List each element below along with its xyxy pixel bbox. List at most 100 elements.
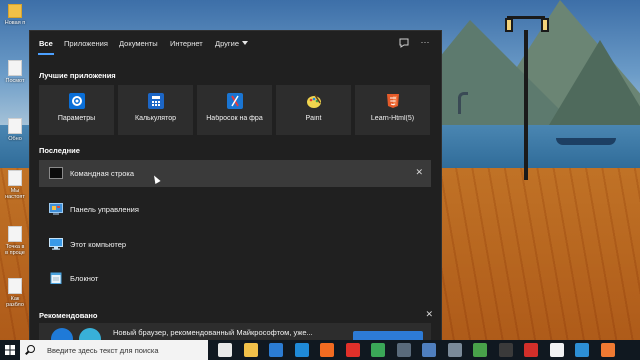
remove-recent-close-icon[interactable]: ✕ <box>415 167 423 178</box>
taskbar-search-box[interactable]: Введите здесь текст для поиска <box>20 340 208 360</box>
feedback-icon[interactable] <box>397 37 411 49</box>
palette-glyph <box>306 94 321 108</box>
desktop-icon-file[interactable]: Обно <box>2 118 28 142</box>
calculator-glyph <box>151 96 160 106</box>
opera-icon[interactable] <box>345 343 360 357</box>
app-tile-label: Набросок на фра <box>206 115 263 122</box>
more-options-icon[interactable]: ··· <box>418 37 432 49</box>
store-icon[interactable] <box>269 343 283 357</box>
tab-all[interactable]: Все <box>39 39 53 48</box>
tab-more[interactable]: Другие <box>215 39 249 48</box>
app-icon-9[interactable] <box>422 343 436 357</box>
html5-icon <box>385 93 401 109</box>
yandex-icon[interactable] <box>549 343 564 357</box>
desktop-icon-label: в проце <box>5 250 25 256</box>
app-icon-12[interactable] <box>498 343 513 357</box>
app-tile-snip-sketch[interactable]: Набросок на фра <box>197 85 272 135</box>
opera-gx-icon[interactable] <box>524 343 538 357</box>
desktop-icon-file[interactable]: Точка в в проце <box>2 226 28 256</box>
feedback-glyph <box>399 38 409 48</box>
settings-gear-icon <box>68 93 85 109</box>
file-icon <box>8 226 22 242</box>
tab-documents[interactable]: Документы <box>119 39 158 48</box>
camtasia-icon[interactable] <box>473 343 487 357</box>
gear-glyph <box>71 96 82 106</box>
calculator-icon <box>147 93 164 109</box>
snip-glyph <box>230 95 239 107</box>
desktop-icon-file[interactable]: Как разбло <box>2 278 28 308</box>
app-icon-8[interactable] <box>396 343 411 357</box>
notepad-icon <box>49 272 63 284</box>
app-icon-10[interactable] <box>447 343 462 357</box>
recent-item-command-prompt[interactable]: Командная строка ✕ <box>39 160 431 187</box>
best-apps-title: Лучшие приложения <box>39 71 116 80</box>
windows-logo-icon <box>5 345 15 355</box>
desktop-icon-file[interactable]: Посмот <box>2 60 28 84</box>
search-panel: Все Приложения Документы Интернет Другие… <box>29 30 442 342</box>
lantern-icon <box>505 18 513 32</box>
html5-glyph <box>386 94 399 108</box>
recent-item-this-pc[interactable]: Этот компьютер <box>39 231 431 258</box>
recent-title: Последние <box>39 146 80 155</box>
app-tile-label: Learn-Html(5) <box>370 115 415 122</box>
app-tile-paint[interactable]: Paint <box>276 85 351 135</box>
file-icon <box>8 118 22 134</box>
snip-sketch-icon <box>226 93 243 109</box>
paint-palette-icon <box>306 93 322 109</box>
recommended-title: Рекомендовано <box>39 311 98 320</box>
file-icon <box>8 170 22 186</box>
desktop-icon-label: Посмот <box>5 78 25 84</box>
desktop-icon-label: Новая п <box>4 20 26 26</box>
control-panel-icon <box>49 203 63 215</box>
best-apps-grid: Параметры Калькулятор Набросок на фра Pa… <box>39 85 431 135</box>
desktop-icon-label: Обно <box>8 136 22 142</box>
control-panel-glyph <box>49 203 63 215</box>
boat <box>556 138 616 145</box>
tab-apps[interactable]: Приложения <box>64 39 108 48</box>
desktop-icon-new-folder[interactable]: Новая п <box>2 4 28 26</box>
taskbar: Введите здесь текст для поиска <box>0 340 640 360</box>
app-tile-label: Калькулятор <box>135 115 176 122</box>
command-prompt-icon <box>49 167 63 179</box>
desktop-icon-file[interactable]: Мы настоят <box>2 170 28 200</box>
monitor-glyph <box>49 238 63 250</box>
recent-item-label: Блокнот <box>70 274 99 283</box>
lantern-icon <box>541 18 549 32</box>
app-tile-label: Paint <box>305 115 322 122</box>
chevron-down-icon <box>242 41 249 45</box>
chrome-icon[interactable] <box>371 343 385 357</box>
file-icon <box>8 60 22 76</box>
notepad-glyph <box>50 272 62 284</box>
app-tile-settings[interactable]: Параметры <box>39 85 114 135</box>
search-tabs: Все Приложения Документы Интернет Другие… <box>30 31 441 57</box>
close-recommended-icon[interactable]: ✕ <box>425 309 433 320</box>
app-tile-learn-html[interactable]: Learn-Html(5) <box>355 85 430 135</box>
app-icon-15[interactable] <box>575 343 589 357</box>
tab-internet[interactable]: Интернет <box>170 39 203 48</box>
app-icon-16[interactable] <box>600 343 615 357</box>
folder-icon <box>8 4 22 18</box>
active-tab-indicator <box>38 53 54 55</box>
recommended-text: Новый браузер, рекомендованный Майкрософ… <box>113 328 313 337</box>
this-pc-icon <box>49 238 63 250</box>
heron <box>458 92 468 114</box>
task-view-icon[interactable] <box>218 343 232 357</box>
recent-item-label: Командная строка <box>70 169 134 178</box>
start-button[interactable] <box>0 340 20 360</box>
street-lamp <box>524 30 528 180</box>
recent-item-notepad[interactable]: Блокнот <box>39 265 431 292</box>
mail-icon[interactable] <box>294 343 309 357</box>
firefox-icon[interactable] <box>320 343 334 357</box>
app-tile-label: Параметры <box>57 115 96 122</box>
file-explorer-icon[interactable] <box>243 343 258 357</box>
tab-more-label: Другие <box>215 39 240 48</box>
mouse-cursor-icon <box>151 174 161 184</box>
recent-item-label: Панель управления <box>70 205 139 214</box>
recent-item-control-panel[interactable]: Панель управления <box>39 196 431 223</box>
search-icon <box>27 345 35 353</box>
app-tile-calculator[interactable]: Калькулятор <box>118 85 193 135</box>
desktop-icon-label: разбло <box>6 302 24 308</box>
file-icon <box>8 278 22 294</box>
search-placeholder: Введите здесь текст для поиска <box>47 346 159 355</box>
desktop-icon-label: настоят <box>5 194 25 200</box>
